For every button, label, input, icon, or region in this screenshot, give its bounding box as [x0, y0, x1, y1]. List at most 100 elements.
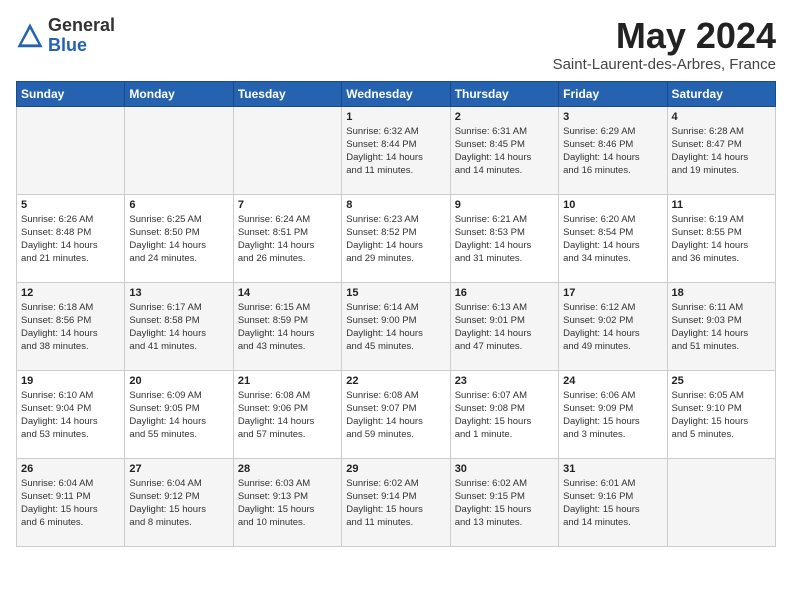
- day-number: 20: [129, 375, 228, 387]
- calendar-day-cell: 12Sunrise: 6:18 AM Sunset: 8:56 PM Dayli…: [17, 282, 125, 370]
- logo-blue: Blue: [48, 35, 87, 55]
- day-number: 22: [346, 375, 445, 387]
- calendar-body: 1 Sunrise: 6:32 AM Sunset: 8:44 PM Daylig…: [17, 106, 776, 546]
- day-info: Sunrise: 6:11 AM Sunset: 9:03 PM Dayligh…: [672, 301, 771, 354]
- calendar-day-cell: 13 Sunrise: 6:17 AM Sunset: 8:58 PM Dayli…: [125, 282, 233, 370]
- day-number: 29: [346, 463, 445, 475]
- calendar-day-cell: 15 Sunrise: 6:14 AM Sunset: 9:00 PM Dayli…: [342, 282, 450, 370]
- calendar-week-row: 12Sunrise: 6:18 AM Sunset: 8:56 PM Dayli…: [17, 282, 776, 370]
- weekday-header-cell: Wednesday: [342, 81, 450, 106]
- day-number: 27: [129, 463, 228, 475]
- logo-general: General: [48, 15, 115, 35]
- day-info: Sunrise: 6:20 AM Sunset: 8:54 PM Dayligh…: [563, 213, 662, 266]
- calendar-day-cell: 25 Sunrise: 6:05 AM Sunset: 9:10 PM Dayli…: [667, 370, 775, 458]
- calendar-day-cell: 7Sunrise: 6:24 AM Sunset: 8:51 PM Daylig…: [233, 194, 341, 282]
- page-header: General Blue May 2024 Saint-Laurent-des-…: [16, 16, 776, 73]
- calendar-day-cell: 17Sunrise: 6:12 AM Sunset: 9:02 PM Dayli…: [559, 282, 667, 370]
- calendar-day-cell: 8 Sunrise: 6:23 AM Sunset: 8:52 PM Daylig…: [342, 194, 450, 282]
- calendar-day-cell: 19 Sunrise: 6:10 AM Sunset: 9:04 PM Dayli…: [17, 370, 125, 458]
- calendar-day-cell: 16 Sunrise: 6:13 AM Sunset: 9:01 PM Dayli…: [450, 282, 558, 370]
- calendar-day-cell: [17, 106, 125, 194]
- calendar-week-row: 26Sunrise: 6:04 AM Sunset: 9:11 PM Dayli…: [17, 458, 776, 546]
- weekday-header-cell: Thursday: [450, 81, 558, 106]
- day-info: Sunrise: 6:14 AM Sunset: 9:00 PM Dayligh…: [346, 301, 445, 354]
- day-info: Sunrise: 6:17 AM Sunset: 8:58 PM Dayligh…: [129, 301, 228, 354]
- weekday-header-cell: Sunday: [17, 81, 125, 106]
- day-number: 10: [563, 199, 662, 211]
- day-number: 6: [129, 199, 228, 211]
- day-number: 23: [455, 375, 554, 387]
- calendar-day-cell: [667, 458, 775, 546]
- calendar-day-cell: 18 Sunrise: 6:11 AM Sunset: 9:03 PM Dayli…: [667, 282, 775, 370]
- day-info: Sunrise: 6:23 AM Sunset: 8:52 PM Dayligh…: [346, 213, 445, 266]
- day-info: Sunrise: 6:15 AM Sunset: 8:59 PM Dayligh…: [238, 301, 337, 354]
- calendar-day-cell: 14 Sunrise: 6:15 AM Sunset: 8:59 PM Dayli…: [233, 282, 341, 370]
- calendar-day-cell: 11Sunrise: 6:19 AM Sunset: 8:55 PM Dayli…: [667, 194, 775, 282]
- day-number: 24: [563, 375, 662, 387]
- day-info: Sunrise: 6:26 AM Sunset: 8:48 PM Dayligh…: [21, 213, 120, 266]
- month-title: May 2024: [553, 16, 776, 56]
- calendar-day-cell: 26Sunrise: 6:04 AM Sunset: 9:11 PM Dayli…: [17, 458, 125, 546]
- day-info: Sunrise: 6:05 AM Sunset: 9:10 PM Dayligh…: [672, 389, 771, 442]
- day-number: 8: [346, 199, 445, 211]
- calendar-week-row: 19 Sunrise: 6:10 AM Sunset: 9:04 PM Dayli…: [17, 370, 776, 458]
- day-info: Sunrise: 6:01 AM Sunset: 9:16 PM Dayligh…: [563, 477, 662, 530]
- day-info: Sunrise: 6:02 AM Sunset: 9:15 PM Dayligh…: [455, 477, 554, 530]
- day-info: Sunrise: 6:06 AM Sunset: 9:09 PM Dayligh…: [563, 389, 662, 442]
- day-number: 7: [238, 199, 337, 211]
- day-info: Sunrise: 6:19 AM Sunset: 8:55 PM Dayligh…: [672, 213, 771, 266]
- calendar-day-cell: 1 Sunrise: 6:32 AM Sunset: 8:44 PM Daylig…: [342, 106, 450, 194]
- calendar-day-cell: 9Sunrise: 6:21 AM Sunset: 8:53 PM Daylig…: [450, 194, 558, 282]
- day-info: Sunrise: 6:04 AM Sunset: 9:11 PM Dayligh…: [21, 477, 120, 530]
- day-number: 2: [455, 111, 554, 123]
- day-number: 3: [563, 111, 662, 123]
- calendar-day-cell: 2 Sunrise: 6:31 AM Sunset: 8:45 PM Daylig…: [450, 106, 558, 194]
- day-info: Sunrise: 6:09 AM Sunset: 9:05 PM Dayligh…: [129, 389, 228, 442]
- weekday-header-cell: Saturday: [667, 81, 775, 106]
- calendar-table: SundayMondayTuesdayWednesdayThursdayFrid…: [16, 81, 776, 547]
- calendar-day-cell: 5 Sunrise: 6:26 AM Sunset: 8:48 PM Daylig…: [17, 194, 125, 282]
- calendar-day-cell: 10 Sunrise: 6:20 AM Sunset: 8:54 PM Dayli…: [559, 194, 667, 282]
- logo-text: General Blue: [48, 16, 115, 56]
- calendar-day-cell: 3Sunrise: 6:29 AM Sunset: 8:46 PM Daylig…: [559, 106, 667, 194]
- day-number: 18: [672, 287, 771, 299]
- day-info: Sunrise: 6:13 AM Sunset: 9:01 PM Dayligh…: [455, 301, 554, 354]
- weekday-header-row: SundayMondayTuesdayWednesdayThursdayFrid…: [17, 81, 776, 106]
- day-number: 16: [455, 287, 554, 299]
- calendar-day-cell: 28 Sunrise: 6:03 AM Sunset: 9:13 PM Dayli…: [233, 458, 341, 546]
- day-number: 28: [238, 463, 337, 475]
- day-number: 14: [238, 287, 337, 299]
- weekday-header-cell: Monday: [125, 81, 233, 106]
- title-block: May 2024 Saint-Laurent-des-Arbres, Franc…: [553, 16, 776, 73]
- day-info: Sunrise: 6:02 AM Sunset: 9:14 PM Dayligh…: [346, 477, 445, 530]
- day-number: 17: [563, 287, 662, 299]
- calendar-day-cell: 6 Sunrise: 6:25 AM Sunset: 8:50 PM Daylig…: [125, 194, 233, 282]
- day-info: Sunrise: 6:03 AM Sunset: 9:13 PM Dayligh…: [238, 477, 337, 530]
- day-number: 19: [21, 375, 120, 387]
- weekday-header-cell: Tuesday: [233, 81, 341, 106]
- calendar-day-cell: [233, 106, 341, 194]
- day-number: 30: [455, 463, 554, 475]
- day-number: 1: [346, 111, 445, 123]
- calendar-day-cell: 20 Sunrise: 6:09 AM Sunset: 9:05 PM Dayli…: [125, 370, 233, 458]
- day-number: 15: [346, 287, 445, 299]
- day-info: Sunrise: 6:18 AM Sunset: 8:56 PM Dayligh…: [21, 301, 120, 354]
- calendar-day-cell: 30 Sunrise: 6:02 AM Sunset: 9:15 PM Dayli…: [450, 458, 558, 546]
- day-info: Sunrise: 6:04 AM Sunset: 9:12 PM Dayligh…: [129, 477, 228, 530]
- day-info: Sunrise: 6:32 AM Sunset: 8:44 PM Dayligh…: [346, 125, 445, 178]
- day-number: 31: [563, 463, 662, 475]
- day-info: Sunrise: 6:31 AM Sunset: 8:45 PM Dayligh…: [455, 125, 554, 178]
- day-info: Sunrise: 6:08 AM Sunset: 9:07 PM Dayligh…: [346, 389, 445, 442]
- logo: General Blue: [16, 16, 115, 56]
- day-info: Sunrise: 6:08 AM Sunset: 9:06 PM Dayligh…: [238, 389, 337, 442]
- day-number: 25: [672, 375, 771, 387]
- calendar-week-row: 1 Sunrise: 6:32 AM Sunset: 8:44 PM Daylig…: [17, 106, 776, 194]
- day-number: 13: [129, 287, 228, 299]
- day-info: Sunrise: 6:25 AM Sunset: 8:50 PM Dayligh…: [129, 213, 228, 266]
- calendar-day-cell: 29 Sunrise: 6:02 AM Sunset: 9:14 PM Dayli…: [342, 458, 450, 546]
- day-info: Sunrise: 6:07 AM Sunset: 9:08 PM Dayligh…: [455, 389, 554, 442]
- calendar-day-cell: 4Sunrise: 6:28 AM Sunset: 8:47 PM Daylig…: [667, 106, 775, 194]
- day-info: Sunrise: 6:10 AM Sunset: 9:04 PM Dayligh…: [21, 389, 120, 442]
- day-number: 5: [21, 199, 120, 211]
- weekday-header-cell: Friday: [559, 81, 667, 106]
